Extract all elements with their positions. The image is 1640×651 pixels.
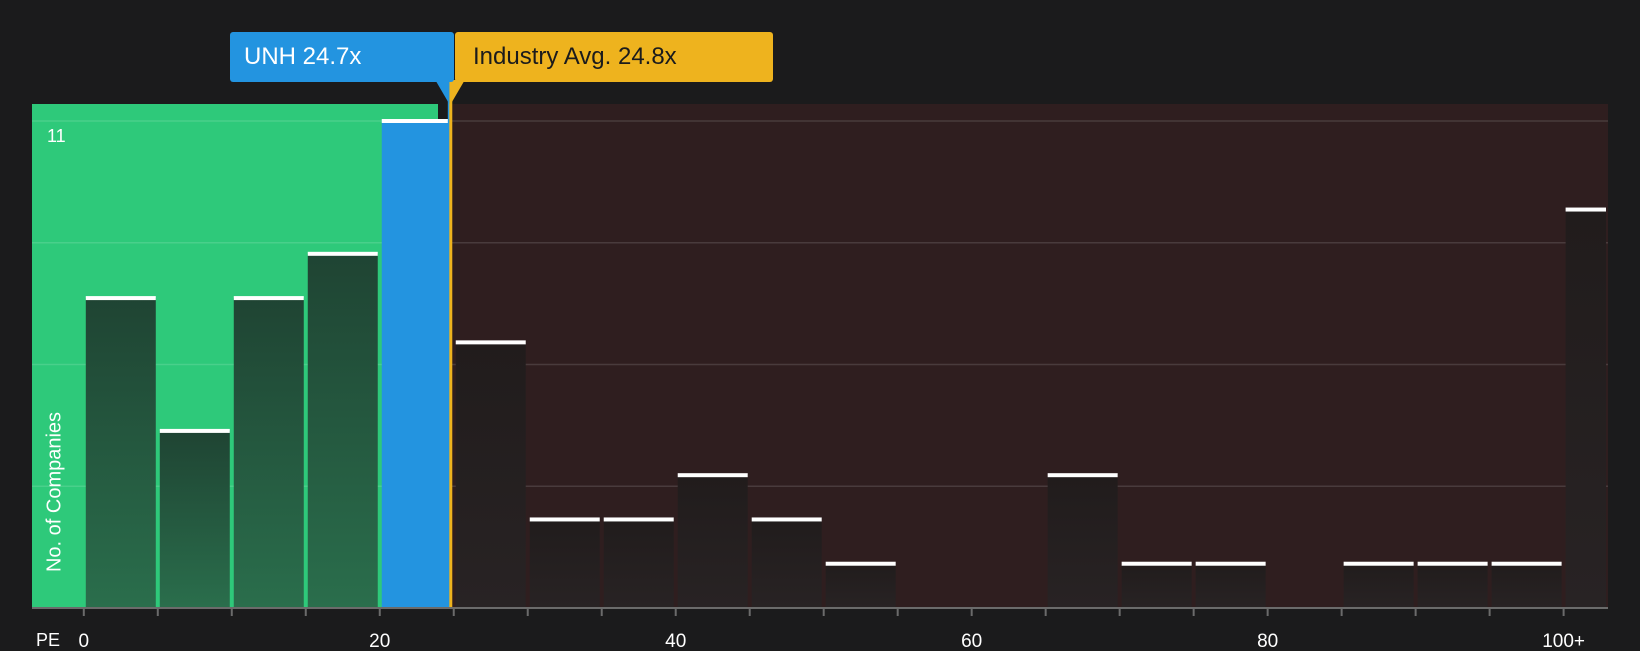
histogram-bar	[751, 519, 822, 608]
histogram-bar	[1047, 475, 1118, 608]
histogram-bar	[603, 519, 674, 608]
histogram-bar	[529, 519, 600, 608]
bar-value-cap	[677, 473, 748, 478]
histogram-bar	[1565, 209, 1606, 608]
bar-value-cap	[159, 428, 230, 433]
histogram-bar	[1121, 563, 1192, 608]
y-axis-label: No. of Companies	[43, 411, 66, 573]
histogram-bar	[825, 563, 896, 608]
histogram-bar	[1343, 563, 1414, 608]
histogram-bar	[677, 475, 748, 608]
x-tick-label: 80	[1257, 631, 1278, 650]
x-tick-label: 0	[79, 631, 90, 650]
bar-value-cap	[603, 517, 674, 522]
bar-value-cap	[85, 296, 156, 301]
bar-value-cap	[1047, 473, 1118, 478]
histogram-bar	[85, 298, 156, 608]
bar-value-cap	[825, 561, 896, 566]
histogram-bar	[159, 430, 230, 608]
histogram-bar	[233, 298, 304, 608]
bar-value-cap	[307, 251, 378, 256]
y-axis-max-label: 11	[47, 126, 66, 146]
bar-value-cap	[529, 517, 600, 522]
bar-value-cap	[455, 340, 526, 345]
company-pe-pointer	[435, 80, 450, 104]
histogram-bar	[455, 342, 526, 608]
pe-distribution-chart: 0 20 40 60 80 100+	[32, 80, 1608, 650]
histogram-bar	[1417, 563, 1488, 608]
histogram-bar	[1491, 563, 1562, 608]
bar-value-cap	[1343, 561, 1414, 566]
x-tick-label: 60	[961, 631, 982, 650]
x-tick-label: 20	[369, 631, 390, 650]
bar-value-cap	[233, 296, 304, 301]
bar-value-cap	[1491, 561, 1562, 566]
bar-value-cap	[751, 517, 822, 522]
bar-value-cap	[381, 119, 452, 123]
industry-average-label: Industry Avg. 24.8x	[455, 32, 773, 82]
histogram-bar	[381, 121, 452, 608]
histogram-bar	[1195, 563, 1266, 608]
industry-average-pointer	[450, 80, 465, 104]
x-tick-label: 100+	[1542, 631, 1585, 650]
bar-value-cap	[1121, 561, 1192, 566]
histogram-bar	[307, 253, 378, 608]
x-axis-label: PE	[36, 630, 61, 650]
bar-value-cap	[1417, 561, 1488, 566]
bar-value-cap	[1195, 561, 1266, 566]
company-pe-label: UNH 24.7x	[230, 32, 454, 82]
x-tick-label: 40	[665, 631, 686, 650]
bar-value-cap	[1565, 207, 1606, 212]
